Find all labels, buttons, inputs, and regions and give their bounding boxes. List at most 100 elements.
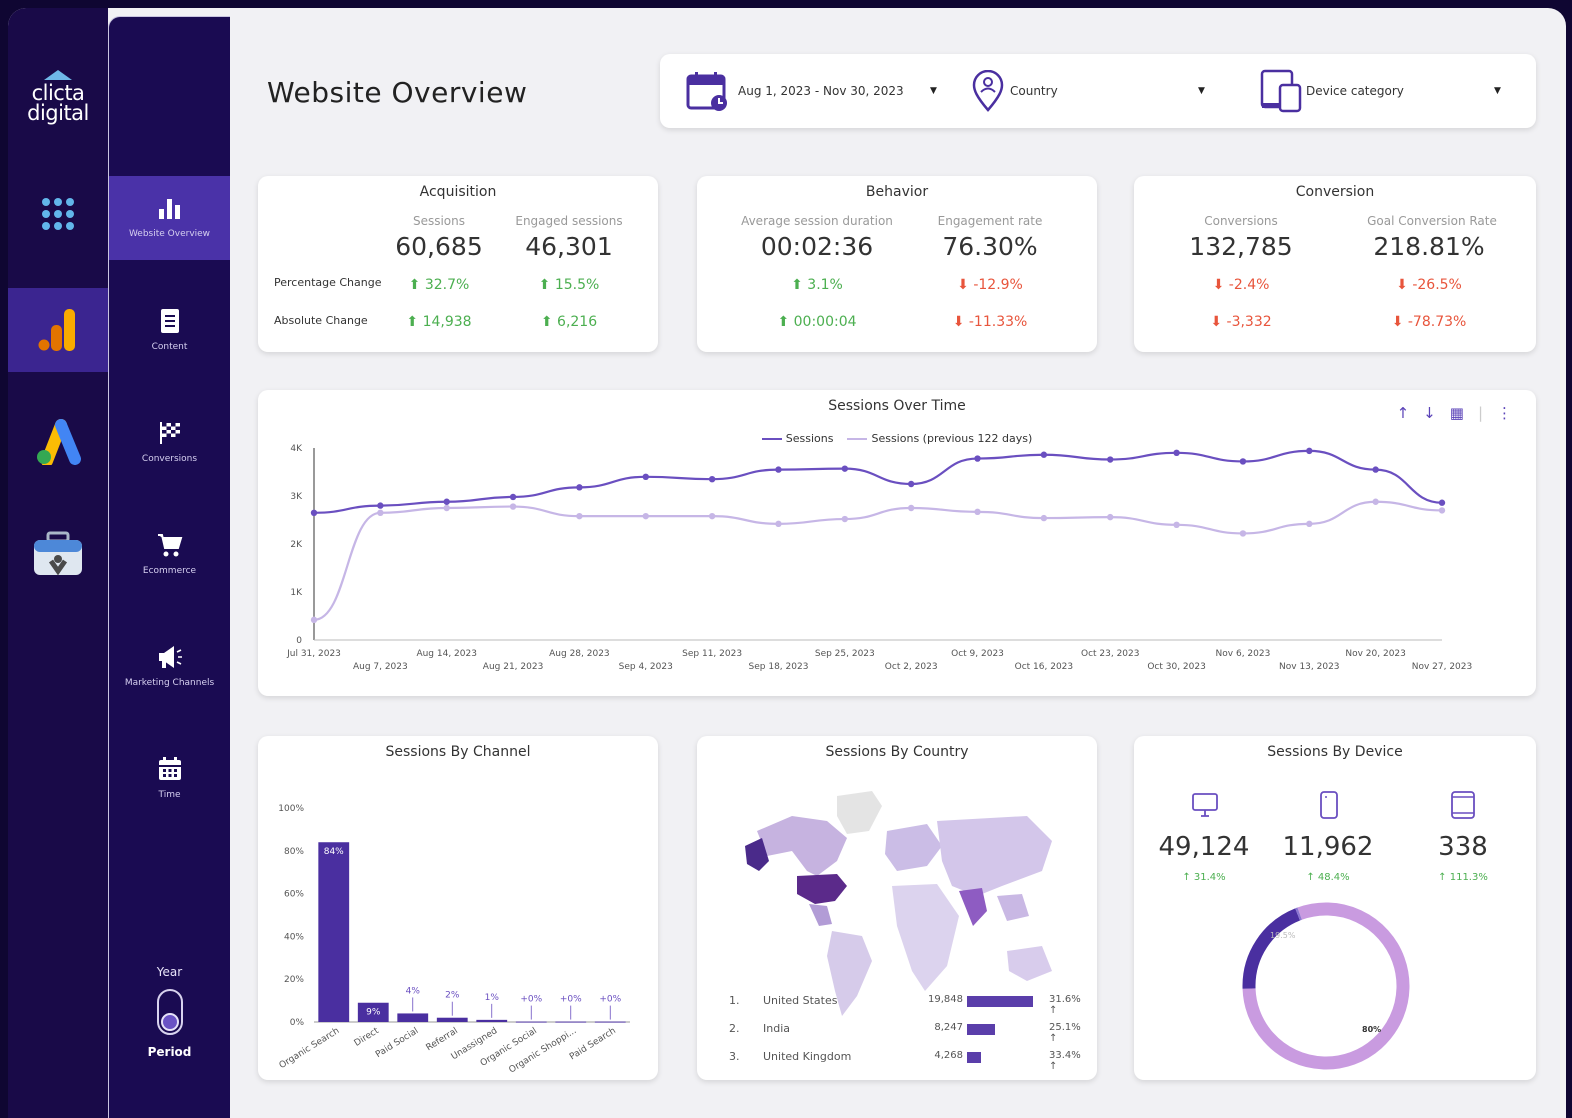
data-point[interactable] (1372, 498, 1379, 505)
x-tick-label: Nov 13, 2023 (1279, 662, 1340, 672)
date-range-filter[interactable]: Aug 1, 2023 - Nov 30, 2023 ▼ (686, 54, 946, 128)
data-point[interactable] (1040, 451, 1048, 458)
data-point[interactable] (841, 465, 849, 472)
country-row[interactable]: 1. United States 19,848 31.6% ↑ (729, 994, 1081, 1016)
data-point[interactable] (310, 616, 318, 624)
year-period-toggle[interactable] (156, 989, 183, 1035)
donut-slice-mobile[interactable] (1227, 887, 1424, 1080)
data-point[interactable] (1173, 521, 1180, 528)
data-point[interactable] (642, 473, 649, 480)
toggle-knob (160, 1013, 179, 1031)
channel-bar[interactable] (436, 1017, 468, 1022)
data-point[interactable] (907, 480, 915, 488)
data-point[interactable] (708, 512, 716, 520)
nav-label: Content (151, 342, 188, 352)
engaged-abs-change: ⬆ 6,216 (494, 314, 644, 330)
data-point[interactable] (377, 502, 384, 509)
country-filter[interactable]: Country ▼ (972, 54, 1222, 128)
data-point[interactable] (509, 503, 517, 510)
channel-bar[interactable] (555, 1021, 587, 1023)
behavior-card: Behavior Average session duration Engage… (697, 176, 1097, 352)
bar-value-label: 84% (324, 847, 344, 857)
x-tick-label: Aug 28, 2023 (549, 649, 610, 659)
sessions-label: Sessions (412, 214, 466, 228)
map-region-mexico (809, 904, 832, 926)
donut-slice-desktop[interactable] (1227, 887, 1424, 1080)
change-value: 6,216 (557, 314, 598, 330)
data-point[interactable] (377, 509, 384, 516)
data-point[interactable] (1306, 447, 1313, 455)
data-point[interactable] (775, 466, 782, 473)
data-point[interactable] (1438, 499, 1446, 506)
google-ads-icon (37, 419, 81, 465)
data-point[interactable] (509, 493, 517, 501)
data-point[interactable] (1107, 456, 1114, 463)
up-arrow-icon: ⬆ (408, 277, 425, 293)
data-point[interactable] (1107, 513, 1114, 521)
nav-item-content[interactable]: Content (109, 288, 230, 372)
google-ads-app-button[interactable] (8, 400, 108, 484)
card-title: Acquisition (419, 184, 497, 200)
data-point[interactable] (1239, 530, 1247, 537)
x-tick-label: Oct 23, 2023 (1081, 649, 1140, 659)
nav-item-marketing-channels[interactable]: Marketing Channels (109, 624, 230, 708)
data-point[interactable] (974, 508, 981, 516)
channel-bar[interactable] (476, 1019, 508, 1022)
data-point[interactable] (907, 504, 915, 512)
country-row[interactable]: 3. United Kingdom 4,268 33.4% ↑ (729, 1050, 1081, 1072)
down-arrow-icon: ⬇ (1396, 277, 1413, 293)
apps-grid-button[interactable] (8, 172, 108, 256)
data-point[interactable] (1239, 458, 1247, 465)
country-bar (967, 996, 1033, 1007)
data-point[interactable] (841, 515, 849, 523)
device-filter[interactable]: Device category ▼ (1260, 54, 1510, 128)
data-point[interactable] (1306, 520, 1313, 528)
world-map[interactable] (697, 776, 1097, 1026)
bar-chart-icon (158, 199, 180, 219)
slice-label: 80% (1362, 1025, 1381, 1034)
nav-label: Ecommerce (142, 566, 197, 576)
nav-item-ecommerce[interactable]: Ecommerce (109, 512, 230, 596)
date-range-value: Aug 1, 2023 - Nov 30, 2023 (738, 84, 904, 98)
country-row[interactable]: 2. India 8,247 25.1% ↑ (729, 1022, 1081, 1044)
map-region-canada (757, 816, 847, 876)
channel-bar[interactable] (318, 842, 350, 1022)
rate-abs-change: ⬇ -78.73% (1354, 314, 1504, 330)
data-point[interactable] (1438, 507, 1446, 514)
country-bar (967, 1024, 995, 1035)
nav-item-website-overview[interactable]: Website Overview (109, 176, 230, 260)
brand-logo[interactable]: clicta digital (16, 70, 100, 125)
map-region-europe (885, 824, 942, 871)
sessions-line-chart: 0 1K 2K 3K 4K Jul 31, 2023 Aug 7, 2023 Aug 14, … (286, 444, 1472, 672)
data-point[interactable] (1372, 466, 1379, 473)
data-point[interactable] (1040, 514, 1048, 522)
nav-item-conversions[interactable]: Conversions (109, 400, 230, 484)
data-point[interactable] (576, 512, 583, 520)
channel-bar[interactable] (515, 1021, 547, 1023)
x-tick-label: Oct 30, 2023 (1147, 662, 1206, 672)
tag-manager-app-button[interactable] (8, 512, 108, 596)
donut-slice-tablet[interactable] (1227, 887, 1424, 1080)
page-title: Website Overview (267, 76, 528, 109)
data-point[interactable] (443, 504, 450, 512)
data-point[interactable] (576, 484, 583, 491)
data-point[interactable] (1173, 449, 1180, 456)
y-tick-label: 4K (290, 444, 303, 454)
y-tick-label: 100% (278, 804, 304, 814)
duration-pct-change: ⬆ 3.1% (742, 277, 892, 293)
country-name: United States (763, 994, 838, 1007)
data-point[interactable] (974, 455, 981, 462)
channel-bar[interactable] (594, 1021, 626, 1023)
data-point[interactable] (708, 476, 716, 483)
conversions-abs-change: ⬇ -3,332 (1166, 314, 1316, 330)
data-point[interactable] (642, 512, 649, 520)
engagement-rate-value: 76.30% (942, 232, 1038, 261)
device-donut-chart: 80% 19.5% (1227, 887, 1424, 1080)
nav-item-time[interactable]: Time (109, 736, 230, 820)
channel-bar[interactable] (397, 1013, 429, 1022)
data-point[interactable] (310, 509, 318, 516)
data-point[interactable] (443, 498, 450, 505)
logo-text-line2: digital (27, 101, 89, 125)
analytics-app-button[interactable] (8, 288, 108, 372)
data-point[interactable] (775, 520, 782, 528)
